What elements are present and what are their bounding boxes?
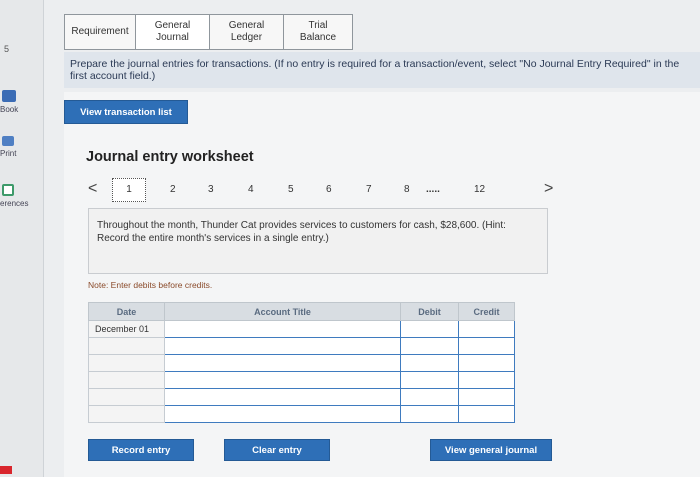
sidebar-item-book[interactable]: Book: [0, 90, 44, 114]
debit-input[interactable]: [400, 320, 459, 338]
table-row: [88, 371, 515, 389]
pager-ellipsis: .....: [426, 184, 440, 195]
date-cell: [88, 337, 165, 355]
header-account-title: Account Title: [164, 302, 401, 321]
account-title-input[interactable]: [164, 388, 401, 406]
references-icon: [2, 184, 14, 196]
credit-input[interactable]: [458, 320, 515, 338]
account-title-input[interactable]: [164, 320, 401, 338]
transaction-pager: < 1 2 3 4 5 6 7 8 ..... 12 >: [86, 178, 566, 204]
worksheet-tabs: Requirement General Journal General Ledg…: [64, 14, 353, 50]
prev-arrow-icon[interactable]: <: [88, 180, 97, 198]
date-cell: [88, 388, 165, 406]
header-date: Date: [88, 302, 165, 321]
pager-page[interactable]: 2: [170, 184, 176, 195]
tab-requirement[interactable]: Requirement: [64, 14, 136, 50]
table-row: [88, 337, 515, 355]
header-debit: Debit: [400, 302, 459, 321]
date-cell: [88, 354, 165, 372]
pager-page[interactable]: 4: [248, 184, 254, 195]
sidebar-item-print[interactable]: Print: [0, 136, 44, 158]
sidebar-item-references[interactable]: erences: [0, 184, 44, 208]
credit-input[interactable]: [458, 371, 515, 389]
debit-input[interactable]: [400, 354, 459, 372]
table-row: [88, 405, 515, 423]
pager-page[interactable]: 5: [288, 184, 294, 195]
transaction-description: Throughout the month, Thunder Cat provid…: [88, 208, 548, 274]
instruction-banner: Prepare the journal entries for transact…: [64, 52, 700, 88]
account-title-input[interactable]: [164, 405, 401, 423]
date-cell: [88, 405, 165, 423]
debit-input[interactable]: [400, 405, 459, 423]
pager-current-page[interactable]: 1: [112, 178, 146, 202]
date-cell: [88, 371, 165, 389]
worksheet-title: Journal entry worksheet: [86, 149, 254, 165]
debit-input[interactable]: [400, 371, 459, 389]
table-header-row: Date Account Title Debit Credit: [88, 302, 515, 321]
sidebar-item-label: erences: [0, 199, 29, 208]
debit-input[interactable]: [400, 388, 459, 406]
left-sidebar: 5 Book Print erences: [0, 0, 44, 477]
account-title-input[interactable]: [164, 337, 401, 355]
view-general-journal-button[interactable]: View general journal: [430, 439, 552, 461]
entry-note: Note: Enter debits before credits.: [88, 280, 213, 290]
clear-entry-button[interactable]: Clear entry: [224, 439, 330, 461]
account-title-input[interactable]: [164, 371, 401, 389]
credit-input[interactable]: [458, 337, 515, 355]
journal-entry-table: Date Account Title Debit Credit December…: [88, 302, 515, 423]
book-icon: [2, 90, 16, 102]
tab-general-journal[interactable]: General Journal: [135, 14, 210, 50]
credit-input[interactable]: [458, 405, 515, 423]
sidebar-item-label: Print: [0, 149, 17, 158]
record-entry-button[interactable]: Record entry: [88, 439, 194, 461]
sidebar-item-label: Book: [0, 105, 19, 114]
table-row: [88, 354, 515, 372]
pager-page[interactable]: 3: [208, 184, 214, 195]
debit-input[interactable]: [400, 337, 459, 355]
credit-input[interactable]: [458, 388, 515, 406]
red-status-mark: [0, 466, 12, 474]
next-arrow-icon[interactable]: >: [544, 180, 553, 198]
pager-page[interactable]: 6: [326, 184, 332, 195]
account-title-input[interactable]: [164, 354, 401, 372]
table-row: [88, 388, 515, 406]
table-row: December 01: [88, 320, 515, 338]
tab-trial-balance[interactable]: Trial Balance: [283, 14, 353, 50]
credit-input[interactable]: [458, 354, 515, 372]
print-icon: [2, 136, 14, 146]
instruction-text: Prepare the journal entries for transact…: [70, 58, 272, 70]
pager-page[interactable]: 7: [366, 184, 372, 195]
view-transaction-list-button[interactable]: View transaction list: [64, 100, 188, 124]
header-credit: Credit: [458, 302, 515, 321]
date-cell: December 01: [88, 320, 165, 338]
pager-page[interactable]: 12: [474, 184, 485, 195]
sidebar-top-mark: 5: [4, 44, 10, 54]
tab-general-ledger[interactable]: General Ledger: [209, 14, 284, 50]
pager-page[interactable]: 8: [404, 184, 410, 195]
